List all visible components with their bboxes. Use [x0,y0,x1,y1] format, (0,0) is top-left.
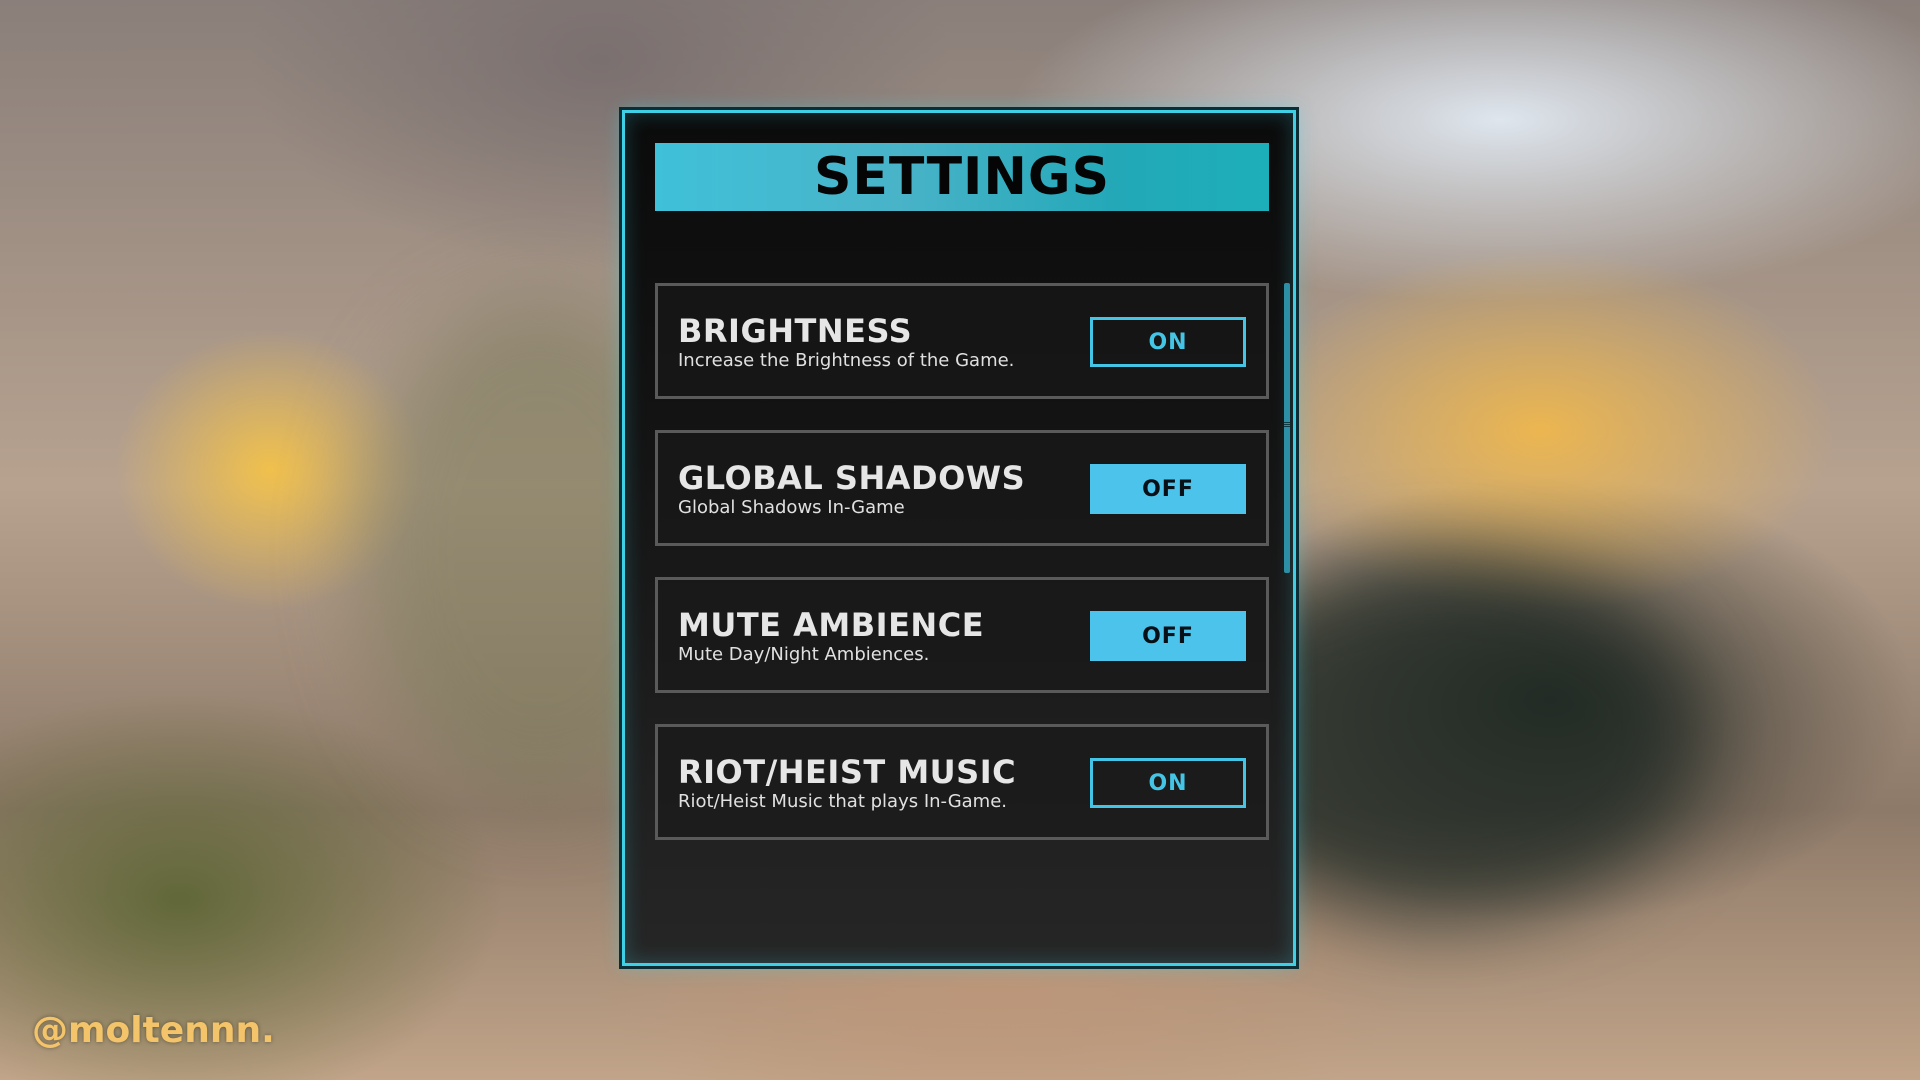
setting-name: MUTE AMBIENCE [678,606,985,644]
scrollbar-grip-icon[interactable] [1284,422,1290,428]
setting-name: BRIGHTNESS [678,312,913,350]
settings-panel: SETTINGS BRIGHTNESS Increase the Brightn… [622,110,1296,966]
riot-heist-music-toggle-button[interactable]: ON [1090,758,1246,808]
brightness-toggle-button[interactable]: ON [1090,317,1246,367]
setting-row-global-shadows: GLOBAL SHADOWS Global Shadows In-Game OF… [655,430,1269,546]
setting-description: Global Shadows In-Game [678,497,905,518]
setting-name: GLOBAL SHADOWS [678,459,1026,497]
scrollbar[interactable] [1284,283,1290,573]
settings-list: BRIGHTNESS Increase the Brightness of th… [655,283,1269,871]
watermark: @moltennn. [32,1010,275,1051]
title-bar: SETTINGS [655,143,1269,211]
global-shadows-toggle-button[interactable]: OFF [1090,464,1246,514]
setting-row-brightness: BRIGHTNESS Increase the Brightness of th… [655,283,1269,399]
setting-row-mute-ambience: MUTE AMBIENCE Mute Day/Night Ambiences. … [655,577,1269,693]
setting-description: Mute Day/Night Ambiences. [678,644,930,665]
setting-name: RIOT/HEIST MUSIC [678,753,1017,791]
mute-ambience-toggle-button[interactable]: OFF [1090,611,1246,661]
page-title: SETTINGS [813,147,1111,207]
setting-description: Riot/Heist Music that plays In-Game. [678,791,1008,812]
setting-row-riot-heist-music: RIOT/HEIST MUSIC Riot/Heist Music that p… [655,724,1269,840]
setting-description: Increase the Brightness of the Game. [678,350,1015,371]
